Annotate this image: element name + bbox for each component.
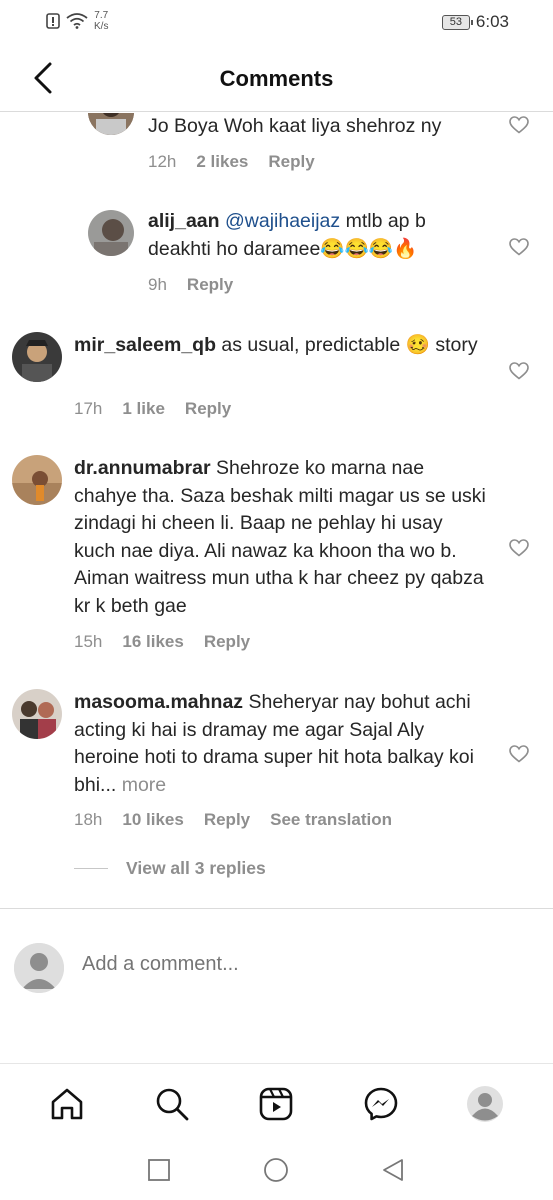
- comment-time: 17h: [74, 399, 103, 418]
- comment-meta: 9h Reply: [148, 275, 233, 295]
- reply-button[interactable]: Reply: [204, 810, 250, 830]
- speed-value: 7.7: [94, 10, 109, 21]
- comment-time: 15h: [74, 632, 103, 651]
- comment-text: dr.annumabrar Shehroze ko marna nae chah…: [74, 455, 489, 620]
- comment-meta: 12h 2 likes Reply: [148, 152, 315, 172]
- comment-meta: 18h 10 likes Reply See translation: [74, 810, 392, 830]
- comment-meta: 15h 16 likes Reply: [74, 632, 250, 652]
- likes-count[interactable]: 16 likes: [122, 632, 183, 652]
- status-bar: 7.7 K/s 53 6:03: [0, 0, 553, 44]
- heart-icon[interactable]: [509, 745, 529, 763]
- comment-username[interactable]: masooma.mahnaz: [74, 691, 243, 713]
- wifi-icon: [66, 13, 88, 29]
- reply-button[interactable]: Reply: [185, 399, 231, 419]
- avatar[interactable]: [88, 113, 134, 135]
- header: Comments: [0, 44, 553, 112]
- recents-icon[interactable]: [146, 1157, 172, 1183]
- comment-meta: 17h 1 like Reply: [74, 399, 231, 419]
- comment-text: Jo Boya Woh kaat liya shehroz ny: [148, 113, 503, 141]
- battery-level: 53: [449, 15, 463, 28]
- clock: 6:03: [475, 12, 509, 31]
- back-triangle-icon[interactable]: [380, 1157, 406, 1183]
- avatar[interactable]: [12, 689, 62, 739]
- network-speed: 7.7 K/s: [94, 10, 108, 32]
- comment-text: alij_aan @wajihaeijaz mtlb ap b deakhti …: [148, 208, 488, 263]
- add-comment-bar: [0, 908, 553, 1028]
- heart-icon[interactable]: [509, 116, 529, 134]
- avatar[interactable]: [88, 210, 134, 256]
- comment-username[interactable]: alij_aan: [148, 210, 220, 232]
- status-left: 7.7 K/s: [46, 10, 108, 32]
- comment-input[interactable]: [82, 953, 502, 976]
- avatar[interactable]: [12, 455, 62, 505]
- battery-icon: 53: [441, 14, 473, 30]
- alert-icon: [46, 13, 60, 29]
- profile-icon[interactable]: [465, 1084, 505, 1124]
- comment-time: 9h: [148, 275, 167, 294]
- reply-button[interactable]: Reply: [187, 275, 233, 295]
- reply-button[interactable]: Reply: [268, 152, 314, 172]
- avatar: [14, 943, 64, 993]
- speed-unit: K/s: [94, 21, 109, 32]
- comment-text: mir_saleem_qb as usual, predictable 🥴 st…: [74, 332, 494, 360]
- reels-icon[interactable]: [256, 1084, 296, 1124]
- status-right: 53 6:03: [441, 12, 509, 32]
- likes-count[interactable]: 10 likes: [122, 810, 183, 830]
- see-translation-button[interactable]: See translation: [270, 810, 392, 830]
- likes-count[interactable]: 1 like: [122, 399, 165, 419]
- search-icon[interactable]: [152, 1084, 192, 1124]
- page-title: Comments: [219, 66, 334, 91]
- comment-body: as usual, predictable 🥴 story: [216, 334, 478, 356]
- home-icon[interactable]: [47, 1084, 87, 1124]
- messenger-icon[interactable]: [361, 1084, 401, 1124]
- divider: [74, 868, 108, 869]
- heart-icon[interactable]: [509, 238, 529, 256]
- system-nav-bar: [0, 1141, 553, 1200]
- heart-icon[interactable]: [509, 362, 529, 380]
- comment-time: 18h: [74, 810, 103, 829]
- comment-username[interactable]: mir_saleem_qb: [74, 334, 216, 356]
- likes-count[interactable]: 2 likes: [196, 152, 248, 172]
- comment-body: Shehroze ko marna nae chahye tha. Saza b…: [74, 457, 486, 617]
- home-circle-icon[interactable]: [263, 1157, 289, 1183]
- comment-list[interactable]: Jo Boya Woh kaat liya shehroz ny 12h 2 l…: [0, 113, 553, 908]
- comment-text: masooma.mahnaz Sheheryar nay bohut achi …: [74, 689, 492, 799]
- comment-username[interactable]: dr.annumabrar: [74, 457, 211, 479]
- more-link[interactable]: more: [116, 774, 166, 796]
- heart-icon[interactable]: [509, 539, 529, 557]
- view-replies-button[interactable]: View all 3 replies: [74, 858, 266, 879]
- bottom-nav: [0, 1063, 553, 1141]
- mention-link[interactable]: @wajihaeijaz: [225, 210, 340, 232]
- view-replies-label: View all 3 replies: [126, 858, 266, 878]
- comment-time: 12h: [148, 152, 177, 171]
- avatar[interactable]: [12, 332, 62, 382]
- reply-button[interactable]: Reply: [204, 632, 250, 652]
- comment-body: Jo Boya Woh kaat liya shehroz ny: [148, 115, 442, 137]
